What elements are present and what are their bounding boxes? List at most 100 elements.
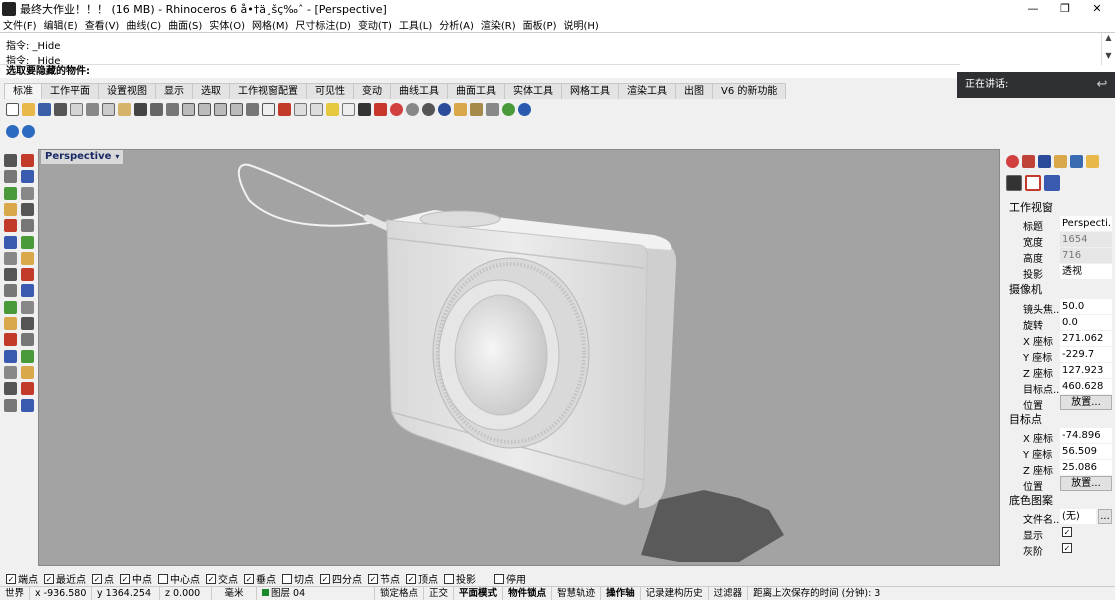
osnap-3[interactable]: ✓ 中点: [120, 571, 152, 586]
open-file-icon[interactable]: [22, 102, 35, 116]
zoom-window-icon[interactable]: [198, 102, 211, 116]
copy-icon[interactable]: [102, 102, 115, 116]
osnap-checkbox[interactable]: ✓: [320, 573, 330, 584]
menu-edit[interactable]: 编辑(E): [44, 17, 78, 32]
title-field[interactable]: Perspecti...: [1060, 216, 1112, 231]
grasshopper-icon[interactable]: [486, 102, 499, 116]
circle-tool-icon[interactable]: [4, 186, 17, 200]
polygon-tool-icon[interactable]: [4, 219, 17, 233]
camera-place-button[interactable]: 放置...: [1060, 395, 1112, 410]
menu-tools[interactable]: 工具(L): [399, 17, 432, 32]
tab-visibility[interactable]: 可见性: [306, 83, 354, 99]
filter-toggle[interactable]: 过滤器: [709, 587, 749, 600]
menu-dimension[interactable]: 尺寸标注(D): [295, 17, 351, 32]
osnap-10[interactable]: ✓ 顶点: [406, 571, 438, 586]
grid-tool-icon[interactable]: [21, 382, 34, 396]
lock-icon[interactable]: [358, 102, 371, 116]
rotate-view-icon[interactable]: [166, 102, 179, 116]
menu-mesh[interactable]: 网格(M): [252, 17, 288, 32]
osnap-2[interactable]: ✓ 点: [92, 571, 114, 586]
osnap-12[interactable]: 停用: [494, 571, 526, 586]
viewport-tab-icon[interactable]: [1025, 175, 1041, 191]
paste-icon[interactable]: [118, 102, 131, 116]
cplane-status[interactable]: 世界: [0, 587, 31, 600]
menu-transform[interactable]: 变动(T): [358, 17, 392, 32]
target-x-field[interactable]: -74.896: [1060, 428, 1112, 443]
print-icon[interactable]: [54, 102, 67, 116]
menu-solid[interactable]: 实体(O): [209, 17, 245, 32]
tab-viewport-layout[interactable]: 工作视窗配置: [229, 83, 307, 99]
text-tool-icon[interactable]: [4, 317, 17, 330]
tab-select[interactable]: 选取: [192, 83, 230, 99]
menu-surface[interactable]: 曲面(S): [168, 17, 202, 32]
analysis-tool-icon[interactable]: [4, 365, 17, 379]
osnap-checkbox[interactable]: ✓: [244, 573, 254, 584]
smarttrack-toggle[interactable]: 智慧轨迹: [552, 587, 602, 600]
tab-solid-tools[interactable]: 实体工具: [504, 83, 562, 99]
perspective-viewport[interactable]: Perspective ▾: [38, 149, 1000, 566]
loft-tool-icon[interactable]: [21, 235, 34, 249]
camera-tab-icon[interactable]: [1006, 175, 1022, 191]
globe-icon[interactable]: [502, 102, 515, 116]
menu-analyze[interactable]: 分析(A): [439, 17, 474, 32]
layout-tool-icon[interactable]: [4, 382, 17, 396]
check-tool-icon[interactable]: [21, 398, 34, 412]
osnap-checkbox[interactable]: ✓: [406, 573, 416, 584]
osnap-11[interactable]: 投影: [444, 571, 476, 586]
import-icon[interactable]: [70, 102, 83, 116]
viewport-title[interactable]: Perspective ▾: [41, 150, 124, 164]
projection-select[interactable]: 透视: [1060, 264, 1112, 279]
four-views-icon[interactable]: [262, 102, 275, 116]
sphere-tool-icon[interactable]: [21, 268, 34, 282]
maximize-button[interactable]: ❐: [1047, 0, 1083, 17]
menu-render[interactable]: 渲染(R): [481, 17, 516, 32]
tab-display[interactable]: 显示: [155, 83, 193, 99]
osnap-checkbox[interactable]: [444, 573, 454, 584]
tab-drafting[interactable]: 出图: [675, 83, 713, 99]
tab-mesh-tools[interactable]: 网格工具: [561, 83, 619, 99]
osnap-1[interactable]: ✓ 最近点: [44, 571, 86, 586]
osnap-6[interactable]: ✓ 垂点: [244, 571, 276, 586]
osnap-checkbox[interactable]: ✓: [368, 573, 378, 584]
save-icon[interactable]: [38, 102, 51, 116]
extrude-tool-icon[interactable]: [21, 251, 34, 265]
back-arrow-icon[interactable]: ↩: [1094, 77, 1110, 93]
menu-curve[interactable]: 曲线(C): [126, 17, 161, 32]
mirror-tool-icon[interactable]: [21, 333, 34, 347]
box-tool-icon[interactable]: [4, 268, 17, 282]
target-place-button[interactable]: 放置...: [1060, 476, 1112, 491]
block-tool-icon[interactable]: [21, 349, 34, 363]
rotation-field[interactable]: 0.0: [1060, 315, 1112, 330]
point-icon[interactable]: [310, 102, 323, 116]
options-gear-icon[interactable]: [470, 102, 483, 116]
lights-icon[interactable]: [1054, 155, 1067, 168]
plugin-blue-icon[interactable]: [22, 124, 35, 138]
tab-standard[interactable]: 标准: [4, 83, 42, 99]
osnap-0[interactable]: ✓ 端点: [6, 571, 38, 586]
osnap-5[interactable]: ✓ 交点: [206, 571, 238, 586]
gumball-toggle[interactable]: 操作轴: [601, 587, 641, 600]
menu-view[interactable]: 查看(V): [85, 17, 120, 32]
render-tool-icon[interactable]: [21, 365, 34, 379]
osnap-checkbox[interactable]: ✓: [6, 573, 16, 584]
camera-z-field[interactable]: 127.923: [1060, 363, 1112, 378]
browse-button[interactable]: ...: [1098, 509, 1112, 524]
surface-tool-icon[interactable]: [4, 235, 17, 249]
filename-field[interactable]: (无): [1060, 509, 1096, 524]
plugin-blue-icon[interactable]: [6, 124, 19, 138]
environment-icon[interactable]: [1038, 155, 1051, 168]
select-tool-icon[interactable]: [4, 154, 17, 167]
menu-panels[interactable]: 面板(P): [523, 17, 557, 32]
shaded-sphere-icon[interactable]: [422, 102, 435, 116]
zoom-selected-icon[interactable]: [230, 102, 243, 116]
zoom-extents-icon[interactable]: [214, 102, 227, 116]
tab-transform[interactable]: 变动: [353, 83, 391, 99]
boolean-tool-icon[interactable]: [21, 284, 34, 298]
layer-icon[interactable]: [374, 102, 387, 116]
snap-icon[interactable]: [294, 102, 307, 116]
osnap-checkbox[interactable]: [494, 573, 504, 584]
materials-icon[interactable]: [1022, 155, 1035, 168]
group-tool-icon[interactable]: [4, 349, 17, 363]
tab-new-in-v6[interactable]: V6 的新功能: [712, 83, 787, 99]
array-tool-icon[interactable]: [21, 317, 34, 330]
